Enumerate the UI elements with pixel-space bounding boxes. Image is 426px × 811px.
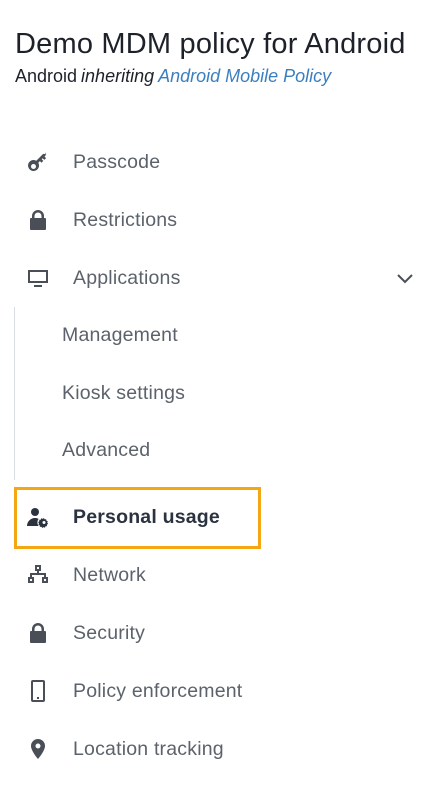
nav-item-restrictions[interactable]: Restrictions — [0, 191, 426, 249]
user-gear-icon — [24, 503, 52, 531]
lock-icon — [24, 619, 52, 647]
nav-label: Location tracking — [73, 737, 224, 760]
nav-item-location-tracking[interactable]: Location tracking — [0, 720, 426, 778]
nav-item-applications[interactable]: Applications — [0, 249, 426, 307]
nav-item-passcode[interactable]: Passcode — [0, 133, 426, 191]
subnav-item-management[interactable]: Management — [15, 307, 426, 365]
page-title: Demo MDM policy for Android — [15, 28, 406, 60]
chevron-down-icon[interactable] — [393, 266, 417, 290]
nav-label: Security — [73, 621, 146, 644]
platform-label: Android — [15, 66, 78, 86]
nav-item-personal-usage[interactable]: Personal usage — [0, 487, 426, 549]
policy-sidebar-nav: Passcode Restrictions Applications Manag… — [0, 133, 426, 778]
inheriting-label: inheriting — [81, 66, 155, 86]
monitor-icon — [24, 264, 52, 292]
nav-label: Restrictions — [73, 208, 178, 231]
smartphone-icon — [24, 677, 52, 705]
applications-subnav: Management Kiosk settings Advanced — [14, 307, 426, 480]
nav-item-security[interactable]: Security — [0, 604, 426, 662]
nav-label: Passcode — [73, 150, 161, 173]
key-icon — [24, 148, 52, 176]
nav-label: Policy enforcement — [73, 679, 243, 702]
subnav-item-kiosk-settings[interactable]: Kiosk settings — [15, 365, 426, 423]
map-pin-icon — [24, 735, 52, 763]
policy-subtitle: Android inheriting Android Mobile Policy — [15, 63, 426, 89]
network-icon — [24, 561, 52, 589]
subnav-label: Kiosk settings — [62, 381, 186, 404]
subnav-label: Management — [62, 324, 178, 347]
nav-label: Applications — [73, 266, 181, 289]
nav-label: Personal usage — [73, 505, 220, 528]
nav-item-policy-enforcement[interactable]: Policy enforcement — [0, 662, 426, 720]
lock-icon — [24, 206, 52, 234]
nav-item-network[interactable]: Network — [0, 546, 426, 604]
subnav-item-advanced[interactable]: Advanced — [15, 422, 426, 480]
policy-header: Demo MDM policy for Android Android inher… — [15, 26, 426, 89]
parent-policy-link[interactable]: Android Mobile Policy — [158, 66, 331, 86]
subnav-label: Advanced — [62, 439, 151, 462]
nav-label: Network — [73, 563, 146, 586]
